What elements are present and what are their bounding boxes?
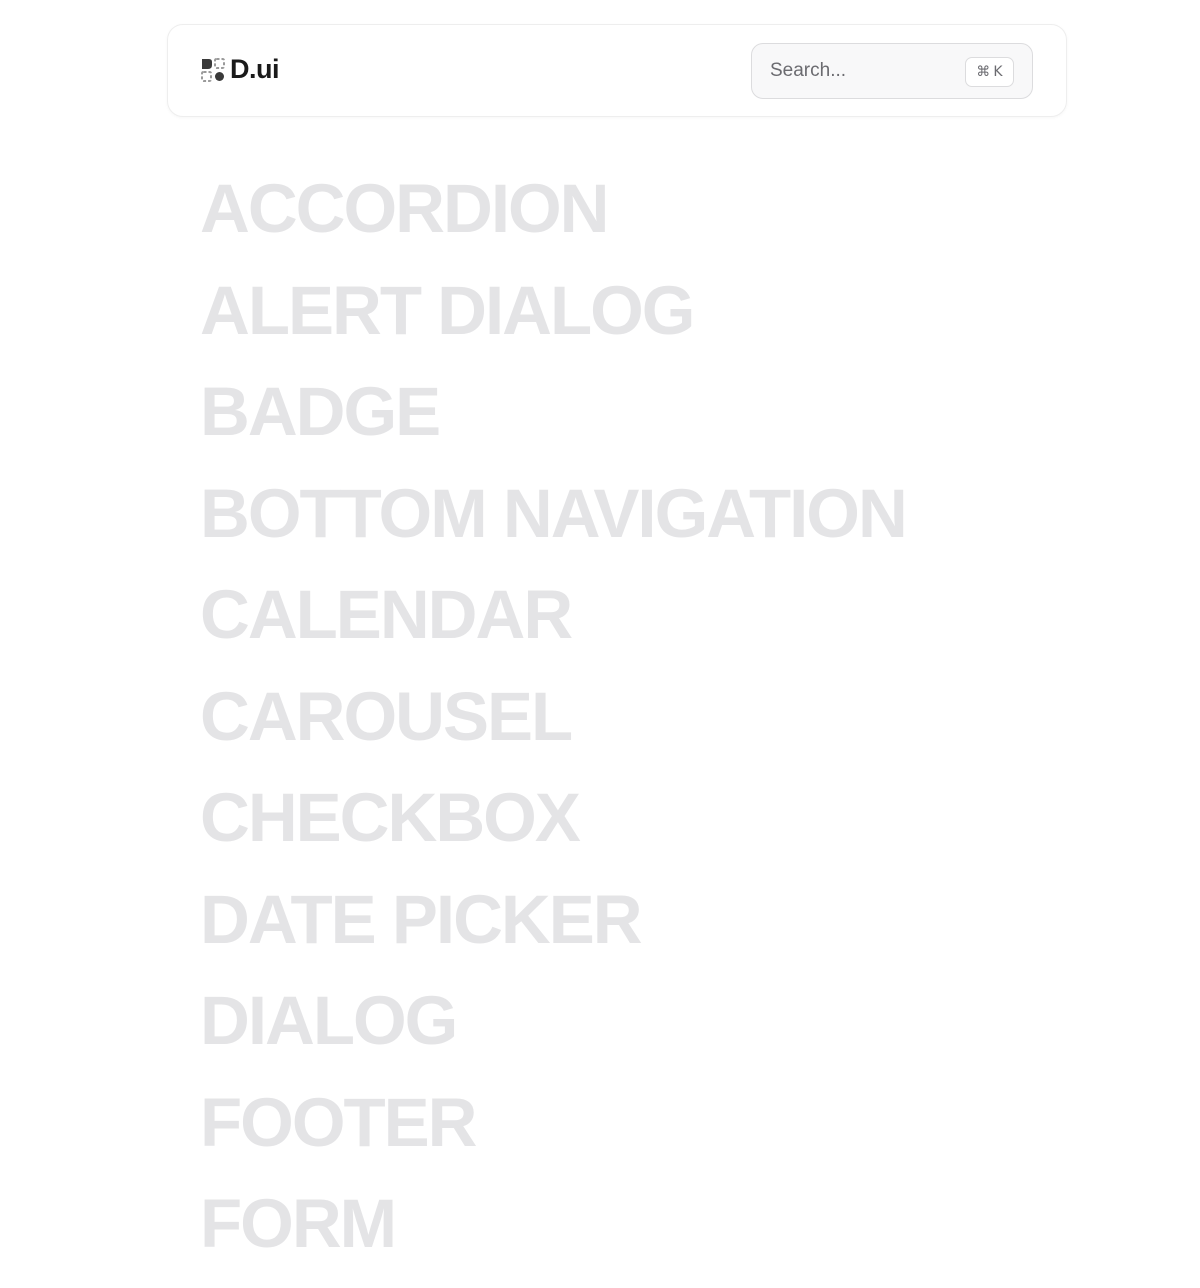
component-link-carousel[interactable]: CAROUSEL — [200, 679, 1180, 781]
component-link-dialog[interactable]: DIALOG — [200, 983, 1180, 1085]
component-link-calendar[interactable]: CALENDAR — [200, 577, 1180, 679]
component-link-bottom-navigation[interactable]: BOTTOM NAVIGATION — [200, 476, 1180, 578]
component-link-checkbox[interactable]: CHECKBOX — [200, 780, 1180, 882]
command-key-icon: ⌘ — [976, 64, 991, 80]
component-link-accordion[interactable]: ACCORDION — [200, 171, 1180, 273]
component-link-form[interactable]: FORM — [200, 1186, 1180, 1288]
logo-icon — [201, 57, 225, 82]
search-input[interactable] — [752, 44, 962, 98]
search-box[interactable]: ⌘ K — [751, 43, 1033, 99]
logo-text: D.ui — [230, 54, 280, 84]
top-header: D.ui ⌘ K — [167, 24, 1067, 117]
component-link-footer[interactable]: FOOTER — [200, 1085, 1180, 1187]
component-link-date-picker[interactable]: DATE PICKER — [200, 882, 1180, 984]
logo-link[interactable]: D.ui — [201, 54, 280, 84]
component-link-alert-dialog[interactable]: ALERT DIALOG — [200, 273, 1180, 375]
shortcut-key: K — [993, 64, 1003, 80]
component-link-badge[interactable]: BADGE — [200, 374, 1180, 476]
shortcut-hint: ⌘ K — [965, 57, 1014, 87]
component-list: ACCORDION ALERT DIALOG BADGE BOTTOM NAVI… — [200, 171, 1180, 1288]
